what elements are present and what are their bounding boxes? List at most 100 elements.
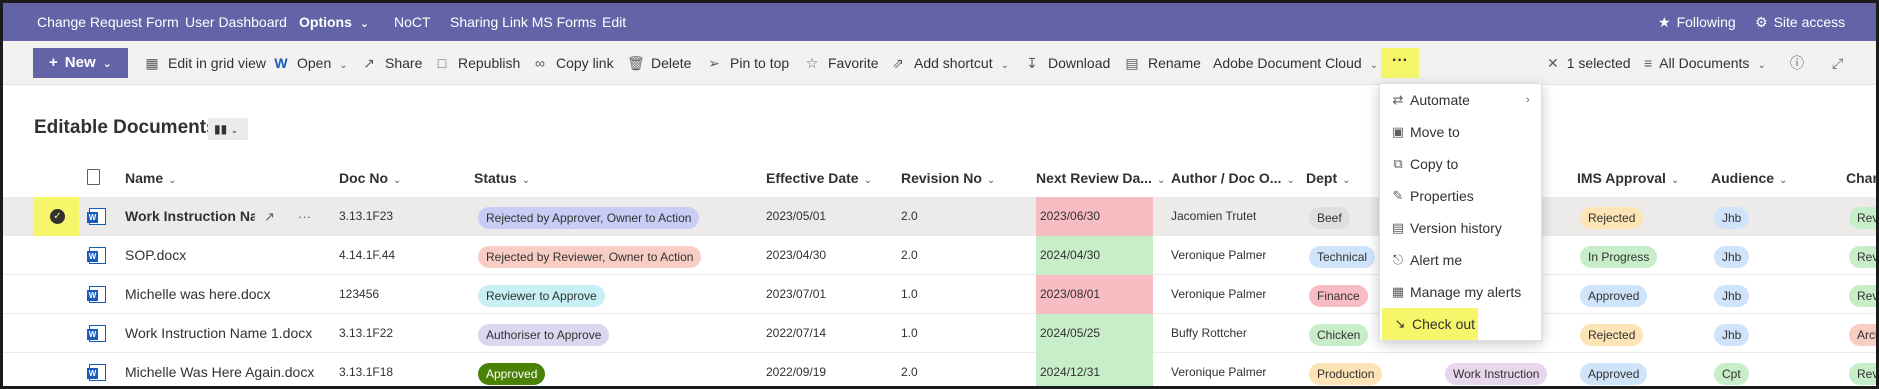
nav-options[interactable]: Options ⌄ (299, 3, 369, 41)
status-cell: Reviewer to Approve (478, 275, 605, 314)
table-row[interactable]: W SOP.docx 4.14.1F.44 Rejected by Review… (3, 236, 1876, 275)
column-ims-approval[interactable]: IMS Approval ⌄ (1577, 161, 1679, 195)
menu-item-label: Properties (1410, 188, 1474, 204)
file-name[interactable]: SOP.docx (125, 236, 186, 275)
info-icon[interactable]: ⓘ (1790, 41, 1804, 85)
chevron-down-icon: ⌄ (1342, 175, 1351, 186)
site-access-button[interactable]: ⚙ Site access (1755, 3, 1845, 41)
following-button[interactable]: ★ Following (1658, 3, 1736, 41)
menu-item-alert-me[interactable]: ⎋ Alert me (1380, 244, 1543, 276)
more-icon[interactable]: ··· (298, 197, 311, 236)
menu-item-move-to[interactable]: ▣ Move to (1380, 116, 1543, 148)
column-revision-no[interactable]: Revision No ⌄ (901, 161, 995, 195)
menu-item-check-out[interactable]: ↘ Check out (1382, 308, 1478, 340)
audience-cell: Jhb (1714, 275, 1750, 314)
column-dept[interactable]: Dept ⌄ (1306, 161, 1351, 195)
library-view-switch[interactable]: ▮▮ ⌄ (208, 118, 248, 140)
word-icon: W (87, 208, 106, 225)
audience-cell: Cpt (1714, 353, 1749, 386)
dept-cell: Technical (1309, 236, 1376, 275)
file-name[interactable]: Work Instruction Na... (125, 197, 255, 236)
menu-item-manage-my-alerts[interactable]: ▦ Manage my alerts (1380, 276, 1543, 308)
audience-badge: Jhb (1714, 206, 1750, 229)
republish-label: Republish (458, 55, 521, 71)
chevron-down-icon: ⌄ (1757, 60, 1766, 71)
plus-icon: + (49, 54, 58, 71)
nav-change-request-form[interactable]: Change Request Form (37, 3, 179, 41)
list-icon: ≡ (1644, 55, 1653, 71)
clear-selection-button[interactable]: ✕ 1 selected (1547, 41, 1631, 85)
open-button[interactable]: W Open ⌄ (273, 41, 347, 85)
column-audience[interactable]: Audience ⌄ (1711, 161, 1787, 195)
effective-date: 2022/07/14 (766, 326, 827, 340)
column-next-review-label: Next Review Da... (1036, 170, 1152, 186)
table-row[interactable]: ✓ W Work Instruction Na... ↗ ··· 3.13.1F… (3, 197, 1876, 236)
nav-edit[interactable]: Edit (602, 3, 626, 41)
revision-no: 2.0 (901, 248, 918, 262)
column-audience-label: Audience (1711, 170, 1775, 186)
audience-badge: Cpt (1714, 362, 1749, 385)
republish-button[interactable]: □ Republish (434, 41, 521, 85)
automate-icon: ⇄ (1392, 92, 1404, 107)
dept-badge: Chicken (1309, 323, 1369, 346)
page-title: Editable Documents (34, 117, 217, 138)
chevron-down-icon: ⌄ (1000, 60, 1009, 71)
column-next-review-date[interactable]: Next Review Da... ⌄ (1036, 161, 1165, 195)
dept-cell: Finance (1309, 275, 1368, 314)
menu-item-version-history[interactable]: ▤ Version history (1380, 212, 1543, 244)
menu-item-label: Move to (1410, 124, 1460, 140)
ims-cell: Approved (1580, 275, 1648, 314)
dept-badge: Finance (1309, 284, 1368, 307)
rename-button[interactable]: ▤ Rename (1124, 41, 1201, 85)
ims-cell: Rejected (1580, 314, 1644, 353)
file-name[interactable]: Michelle was here.docx (125, 275, 271, 314)
column-effective-date[interactable]: Effective Date ⌄ (766, 161, 872, 195)
table-row[interactable]: W Michelle was here.docx 123456 Reviewer… (3, 275, 1876, 314)
nav-noct[interactable]: NoCT (394, 3, 431, 41)
table-row[interactable]: W Work Instruction Name 1.docx 3.13.1F22… (3, 314, 1876, 353)
view-selector[interactable]: ≡ All Documents ⌄ (1644, 41, 1766, 85)
copy-link-button[interactable]: ∞ Copy link (532, 41, 614, 85)
adobe-document-cloud-button[interactable]: Adobe Document Cloud ⌄ (1213, 41, 1378, 85)
column-doc-no[interactable]: Doc No ⌄ (339, 161, 401, 195)
ims-badge: Approved (1580, 284, 1648, 307)
menu-item-automate[interactable]: ⇄ Automate › (1380, 84, 1543, 116)
file-name[interactable]: Michelle Was Here Again.docx (125, 353, 314, 386)
delete-button[interactable]: 🗑 Delete (627, 41, 691, 85)
share-icon: ↗ (363, 55, 375, 71)
doc-no: 123456 (339, 287, 380, 301)
column-status[interactable]: Status ⌄ (474, 161, 530, 195)
audience-cell: Jhb (1714, 314, 1750, 353)
menu-item-properties[interactable]: ✎ Properties (1380, 180, 1543, 212)
share-icon[interactable]: ↗ (264, 197, 275, 236)
pin-to-top-button[interactable]: ➢ Pin to top (706, 41, 789, 85)
add-shortcut-button[interactable]: ⇗ Add shortcut ⌄ (890, 41, 1009, 85)
edit-in-grid-view-button[interactable]: ▦ Edit in grid view (144, 41, 266, 85)
nav-sharing-link-ms-forms[interactable]: Sharing Link MS Forms (450, 3, 596, 41)
doc-no: 3.13.1F18 (339, 365, 394, 379)
expand-icon[interactable]: ⤢ (1832, 41, 1843, 85)
dept-badge: Beef (1309, 206, 1350, 229)
column-chan[interactable]: Chan (1846, 161, 1876, 195)
menu-item-copy-to[interactable]: ⧉ Copy to (1380, 148, 1543, 180)
ims-badge: In Progress (1580, 245, 1658, 268)
check-icon[interactable]: ✓ (50, 209, 65, 224)
favorite-button[interactable]: ☆ Favorite (804, 41, 879, 85)
menu-item-label: Check out (1412, 316, 1476, 332)
table-row[interactable]: W Michelle Was Here Again.docx 3.13.1F18… (3, 353, 1876, 386)
audience-badge: Jhb (1714, 245, 1750, 268)
file-name[interactable]: Work Instruction Name 1.docx (125, 314, 312, 353)
column-author[interactable]: Author / Doc O... ⌄ (1171, 161, 1295, 195)
menu-item-label: Manage my alerts (1410, 284, 1522, 300)
word-icon: W (87, 325, 106, 342)
favorite-label: Favorite (828, 55, 879, 71)
download-button[interactable]: ↧ Download (1024, 41, 1110, 85)
new-button[interactable]: + New ⌄ (33, 48, 128, 78)
nav-user-dashboard[interactable]: User Dashboard (185, 3, 287, 41)
status-cell: Approved (478, 353, 546, 386)
share-button[interactable]: ↗ Share (361, 41, 422, 85)
status-badge: Reviewer to Approve (478, 284, 605, 307)
bell-icon: ⎋ (1392, 252, 1404, 267)
more-options-button[interactable]: ··· (1381, 48, 1419, 78)
column-name[interactable]: Name ⌄ (125, 161, 177, 195)
